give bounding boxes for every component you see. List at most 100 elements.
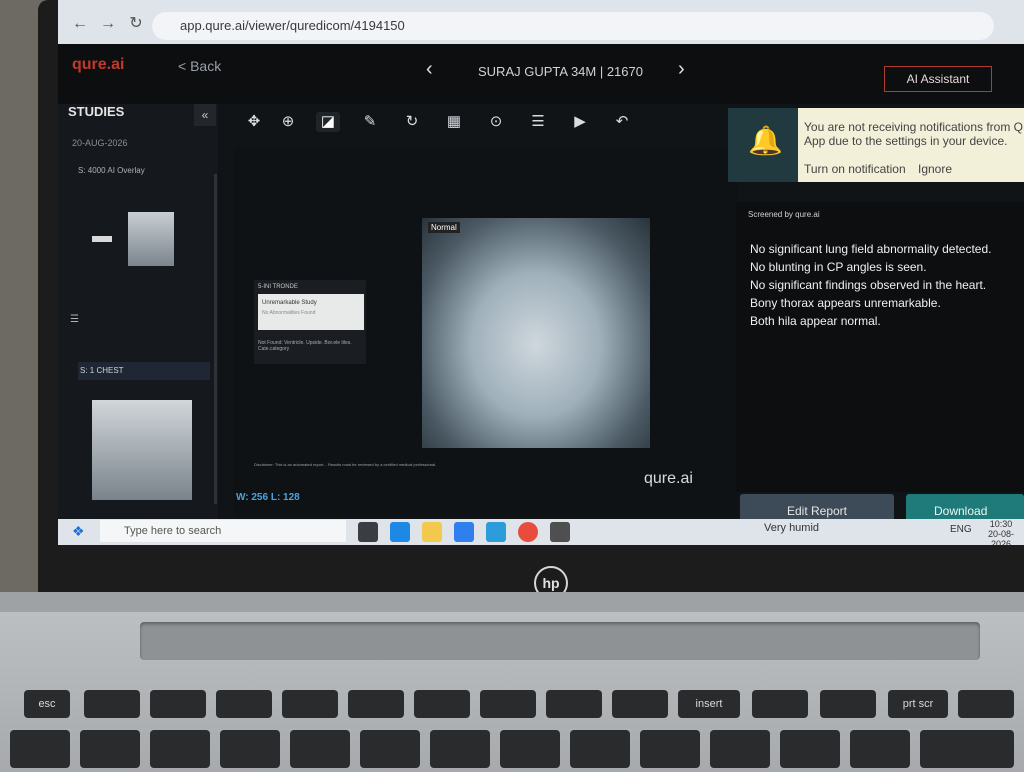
undo-icon[interactable]: ↶: [610, 112, 634, 132]
keyboard-key[interactable]: prt scr: [888, 690, 948, 718]
screened-by-label: Screened by qure.ai: [748, 210, 820, 219]
sidebar-scrollbar[interactable]: [214, 174, 217, 504]
keyboard-key[interactable]: [80, 730, 140, 768]
keyboard-key[interactable]: [84, 690, 140, 718]
keyboard-key[interactable]: [958, 690, 1014, 718]
layers-icon[interactable]: ☰: [70, 314, 79, 325]
viewer-toolbar: ✥ ⊕ ◪ ✎ ↻ ▦ ⊙ ☰ ▶ ↶: [234, 104, 658, 140]
keyboard-key[interactable]: [570, 730, 630, 768]
studies-sidebar: STUDIES « 20-AUG-2026 S: 4000 AI Overlay…: [58, 104, 218, 519]
task-view-icon[interactable]: [358, 522, 378, 542]
clock-time: 10:30: [989, 519, 1013, 529]
prev-patient-icon[interactable]: ‹: [426, 58, 433, 81]
finding-item: No significant lung field abnormality de…: [750, 242, 992, 256]
keyboard-key[interactable]: [780, 730, 840, 768]
pan-icon[interactable]: ✥: [242, 112, 266, 132]
keyboard-key[interactable]: [282, 690, 338, 718]
keyboard-key[interactable]: [414, 690, 470, 718]
chest-xray-image[interactable]: [422, 218, 650, 448]
keyboard-key[interactable]: [820, 690, 876, 718]
keyboard-key[interactable]: insert: [678, 690, 740, 718]
studies-title: STUDIES: [68, 104, 125, 119]
reload-icon[interactable]: ↻: [126, 14, 146, 34]
disclaimer-text: Disclaimer: This is an automated report.…: [254, 462, 437, 467]
clock[interactable]: 10:30 20-08-2026: [978, 519, 1024, 545]
app-logo: qure.ai: [72, 56, 125, 73]
keyboard-key[interactable]: [10, 730, 70, 768]
back-arrow-icon[interactable]: ←: [70, 14, 90, 34]
keyboard-key[interactable]: [710, 730, 770, 768]
address-bar[interactable]: app.qure.ai/viewer/quredicom/4194150: [152, 12, 994, 40]
url-text: app.qure.ai/viewer/quredicom/4194150: [180, 18, 405, 33]
patient-title: SURAJ GUPTA 34M | 21670: [478, 64, 643, 79]
series-chest-label[interactable]: S: 1 CHEST: [78, 362, 210, 380]
keyboard-key[interactable]: [360, 730, 420, 768]
file-explorer-icon[interactable]: [422, 522, 442, 542]
normal-badge: Normal: [428, 222, 460, 233]
ai-overlay-thumbnail[interactable]: [128, 212, 174, 266]
qure-app: qure.ai < Back ‹ SURAJ GUPTA 34M | 21670…: [58, 44, 1024, 545]
keyboard-key[interactable]: [480, 690, 536, 718]
keyboard-key[interactable]: [920, 730, 1014, 768]
edge-icon[interactable]: [390, 522, 410, 542]
app-icon[interactable]: [550, 522, 570, 542]
window-level-readout: W: 256 L: 128: [236, 492, 300, 503]
keyboard-key[interactable]: [150, 730, 210, 768]
ai-findings-line: Unremarkable Study: [262, 300, 317, 306]
series-ai-overlay-label[interactable]: S: 4000 AI Overlay: [78, 166, 145, 175]
grid-icon[interactable]: ▦: [442, 112, 466, 132]
ai-findings-subline: No Abnormalities Found: [262, 310, 316, 316]
laptop-hinge: [0, 592, 1024, 614]
keyboard-key[interactable]: [752, 690, 808, 718]
thumbnail-tag: [92, 236, 112, 242]
chest-thumbnail[interactable]: [92, 400, 192, 500]
study-date: 20-AUG-2026: [72, 138, 128, 148]
taskbar-search-input[interactable]: Type here to search: [100, 520, 346, 542]
keyboard-key[interactable]: [220, 730, 280, 768]
chrome-icon[interactable]: [518, 522, 538, 542]
speaker-grille: [140, 622, 980, 660]
keyboard-key[interactable]: esc: [24, 690, 70, 718]
mail-icon[interactable]: [486, 522, 506, 542]
collapse-sidebar-icon[interactable]: «: [194, 104, 216, 126]
ai-assistant-button[interactable]: AI Assistant: [884, 66, 992, 92]
layers-stack-icon[interactable]: ☰: [526, 112, 550, 132]
laptop-screen: ← → ↻ app.qure.ai/viewer/quredicom/41941…: [58, 0, 1024, 545]
windows-start-icon[interactable]: ❖: [72, 523, 85, 540]
keyboard-key[interactable]: [430, 730, 490, 768]
keyboard-key[interactable]: [290, 730, 350, 768]
keyboard-key[interactable]: [150, 690, 206, 718]
store-icon[interactable]: [454, 522, 474, 542]
language-indicator[interactable]: ENG: [950, 524, 972, 535]
keyboard-key[interactable]: [640, 730, 700, 768]
keyboard-key[interactable]: [612, 690, 668, 718]
keyboard-key[interactable]: [348, 690, 404, 718]
finding-item: No significant findings observed in the …: [750, 278, 987, 292]
clock-date: 20-08-2026: [987, 529, 1014, 545]
qure-watermark: qure.ai: [644, 470, 693, 487]
finding-item: Both hila appear normal.: [750, 314, 881, 328]
ai-findings-footnote: Not Found: Ventricle. Upside. Bor.ele ti…: [258, 340, 352, 352]
weather-widget[interactable]: Very humid: [764, 522, 819, 534]
keyboard-key[interactable]: [216, 690, 272, 718]
rotate-icon[interactable]: ↻: [400, 112, 424, 132]
window-level-icon[interactable]: ◪: [316, 112, 340, 132]
target-icon[interactable]: ⊙: [484, 112, 508, 132]
play-icon[interactable]: ▶: [568, 112, 592, 132]
ignore-link[interactable]: Ignore: [918, 162, 952, 176]
keyboard-key[interactable]: [850, 730, 910, 768]
browser-toolbar: ← → ↻ app.qure.ai/viewer/quredicom/41941…: [58, 0, 1024, 44]
keyboard-key[interactable]: [546, 690, 602, 718]
zoom-icon[interactable]: ⊕: [276, 112, 300, 132]
notification-text: You are not receiving notifications from…: [804, 120, 1024, 148]
back-button[interactable]: < Back: [178, 58, 221, 74]
keyboard-key[interactable]: [500, 730, 560, 768]
next-patient-icon[interactable]: ›: [678, 58, 685, 81]
finding-item: No blunting in CP angles is seen.: [750, 260, 927, 274]
draw-icon[interactable]: ✎: [358, 112, 382, 132]
bell-icon: 🔔: [748, 125, 783, 156]
ai-findings-title: 5-INI TRONDE: [258, 284, 298, 290]
finding-item: Bony thorax appears unremarkable.: [750, 296, 941, 310]
forward-arrow-icon[interactable]: →: [98, 14, 118, 34]
turn-on-notification-link[interactable]: Turn on notification: [804, 162, 906, 176]
